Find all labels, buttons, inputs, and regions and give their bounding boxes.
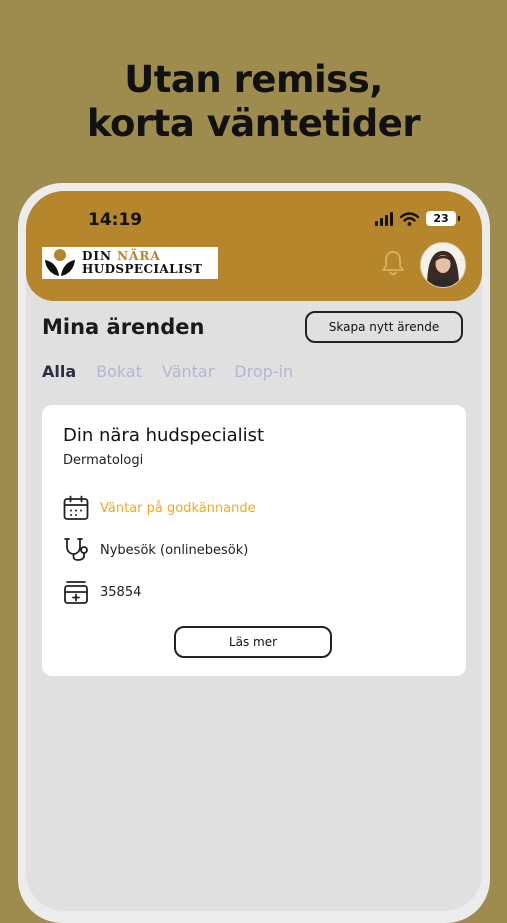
- status-time: 14:19: [88, 210, 143, 230]
- logo-text-hudspecialist: HUDSPECIALIST: [82, 262, 203, 276]
- tab-alla[interactable]: Alla: [42, 362, 76, 381]
- case-title: Din nära hudspecialist: [63, 425, 265, 446]
- battery-icon: 23: [426, 211, 460, 226]
- stethoscope-icon: [64, 538, 88, 561]
- medical-record-icon: [64, 581, 88, 604]
- case-status-row: Väntar på godkännande: [62, 494, 256, 522]
- case-number: 35854: [100, 584, 142, 600]
- tab-vantar[interactable]: Väntar: [162, 362, 214, 381]
- case-card[interactable]: Din nära hudspecialist Dermatologi Vänta…: [42, 405, 466, 676]
- create-case-button[interactable]: Skapa nytt ärende: [305, 311, 463, 343]
- app-header: 14:19 23 DIN NÄRA HUDSPECIALIST: [26, 191, 482, 301]
- avatar-image: [421, 243, 465, 287]
- logo-text-din: DIN: [82, 249, 118, 263]
- calendar-icon: [63, 495, 89, 520]
- logo[interactable]: DIN NÄRA HUDSPECIALIST: [42, 247, 218, 279]
- tab-drop-in[interactable]: Drop-in: [234, 362, 293, 381]
- logo-text-nara: NÄRA: [117, 249, 161, 263]
- case-number-row: 35854: [62, 578, 141, 606]
- promo-headline-line1: Utan remiss,: [124, 58, 383, 101]
- case-visit-type-row: Nybesök (onlinebesök): [62, 536, 248, 564]
- case-status-text: Väntar på godkännande: [100, 500, 256, 516]
- wifi-icon: [400, 211, 419, 226]
- promo-headline-line2: korta väntetider: [86, 102, 421, 145]
- logo-text: DIN NÄRA HUDSPECIALIST: [82, 250, 202, 276]
- tab-bokat[interactable]: Bokat: [96, 362, 142, 381]
- page-title: Mina ärenden: [42, 315, 205, 339]
- case-specialty: Dermatologi: [63, 453, 144, 468]
- case-visit-type: Nybesök (onlinebesök): [100, 542, 249, 558]
- read-more-button[interactable]: Läs mer: [174, 626, 332, 658]
- case-tabs: Alla Bokat Väntar Drop-in: [42, 362, 293, 381]
- status-icons: 23: [375, 211, 460, 226]
- avatar[interactable]: [420, 242, 466, 288]
- bell-icon[interactable]: [380, 249, 406, 277]
- phone-screen: 14:19 23 DIN NÄRA HUDSPECIALIST Mina äre…: [26, 191, 482, 911]
- promo-headline: Utan remiss, korta väntetider: [0, 58, 507, 146]
- leaf-logo-icon: [45, 249, 75, 276]
- signal-icon: [375, 211, 393, 226]
